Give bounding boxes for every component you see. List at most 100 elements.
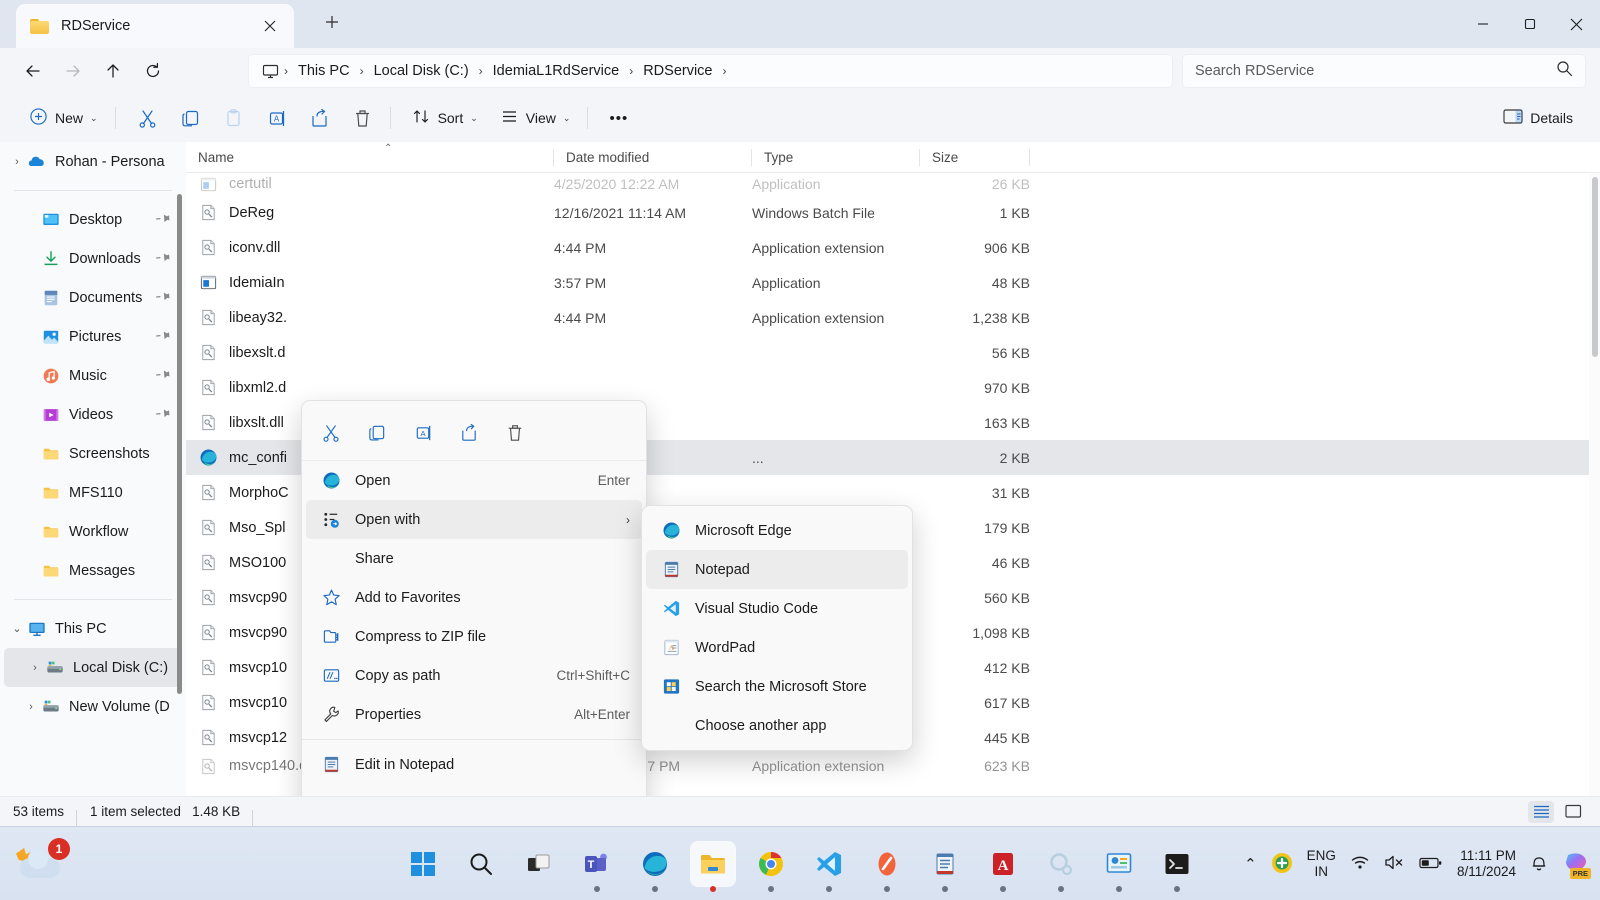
taskbar-remote-desktop-icon[interactable] bbox=[1097, 842, 1141, 892]
weather-widget[interactable]: 1 bbox=[14, 838, 74, 890]
share-icon[interactable] bbox=[448, 414, 490, 452]
see-more-button[interactable]: ••• bbox=[600, 101, 637, 135]
sidebar-item-new-volume-d[interactable]: › New Volume (D bbox=[0, 687, 186, 726]
search-icon[interactable] bbox=[1556, 60, 1573, 82]
open-with-item-notepad[interactable]: Notepad bbox=[646, 550, 908, 589]
wifi-icon[interactable] bbox=[1350, 854, 1370, 874]
table-row[interactable]: IdemiaIn 3:57 PM Application 48 KB bbox=[186, 265, 1600, 300]
context-menu-item-properties[interactable]: Properties Alt+Enter bbox=[306, 695, 642, 734]
sidebar-item-this-pc[interactable]: ⌄ This PC bbox=[0, 609, 186, 648]
context-menu-item-compress-to-zip-file[interactable]: Compress to ZIP file bbox=[306, 617, 642, 656]
table-row[interactable]: libeay32. 4:44 PM Application extension 1,2… bbox=[186, 300, 1600, 335]
sidebar-item-rohan-persona[interactable]: › Rohan - Persona bbox=[0, 142, 186, 181]
breadcrumb-rdservice[interactable]: RDService bbox=[636, 59, 719, 83]
language-indicator[interactable]: ENG IN bbox=[1307, 848, 1336, 879]
sidebar-scrollbar[interactable] bbox=[177, 194, 182, 694]
sidebar-item-videos[interactable]: Videos bbox=[0, 395, 186, 434]
breadcrumb-local-disk[interactable]: Local Disk (C:) bbox=[367, 59, 476, 83]
breadcrumb-this-pc[interactable]: This PC bbox=[291, 59, 357, 83]
table-row[interactable]: iconv.dll 4:44 PM Application extension 906… bbox=[186, 230, 1600, 265]
column-header-name[interactable]: Name ⌃ bbox=[186, 142, 554, 173]
context-menu-item-open[interactable]: Open Enter bbox=[306, 461, 642, 500]
chevron-down-icon[interactable]: ⌄ bbox=[6, 622, 28, 635]
open-with-item-wordpad[interactable]: A WordPad bbox=[646, 628, 908, 667]
copilot-icon[interactable]: PRE bbox=[1562, 850, 1591, 879]
tab-rdservice[interactable]: RDService bbox=[16, 4, 294, 48]
share-button[interactable] bbox=[300, 101, 339, 135]
notifications-bell-icon[interactable] bbox=[1530, 853, 1548, 875]
table-row[interactable]: DeReg 12/16/2021 11:14 AM Windows Batch Fi… bbox=[186, 195, 1600, 230]
copy-icon[interactable] bbox=[356, 414, 398, 452]
chevron-right-icon[interactable]: › bbox=[6, 156, 28, 168]
taskbar-google-chrome-icon[interactable] bbox=[749, 842, 793, 892]
taskbar-microsoft-teams-icon[interactable]: T bbox=[575, 842, 619, 892]
this-pc-monitor-icon[interactable] bbox=[262, 63, 279, 80]
delete-button[interactable] bbox=[343, 101, 382, 135]
back-button[interactable] bbox=[16, 54, 50, 88]
open-with-item-visual-studio-code[interactable]: Visual Studio Code bbox=[646, 589, 908, 628]
maximize-button[interactable] bbox=[1506, 0, 1553, 48]
sidebar-item-desktop[interactable]: Desktop bbox=[0, 200, 186, 239]
taskbar-start-button[interactable] bbox=[401, 842, 445, 886]
taskbar-terminal-icon[interactable] bbox=[1155, 842, 1199, 892]
battery-icon[interactable] bbox=[1419, 856, 1443, 873]
table-row[interactable]: certutil 4/25/2020 12:22 AM Application 26 … bbox=[186, 173, 1600, 195]
column-header-date-modified[interactable]: Date modified bbox=[554, 142, 752, 173]
sort-button[interactable]: Sort ⌄ bbox=[403, 101, 487, 135]
close-tab-icon[interactable] bbox=[256, 12, 284, 40]
context-menu-item-share[interactable]: Share bbox=[306, 539, 642, 578]
delete-icon[interactable] bbox=[494, 414, 536, 452]
tray-overflow-icon[interactable]: ⌃ bbox=[1244, 855, 1257, 873]
column-header-size[interactable]: Size bbox=[920, 142, 1030, 173]
taskbar-search-icon[interactable] bbox=[459, 842, 503, 886]
view-button[interactable]: View ⌄ bbox=[491, 101, 580, 135]
open-with-item-microsoft-edge[interactable]: Microsoft Edge bbox=[646, 511, 908, 550]
taskbar-file-explorer-icon[interactable] bbox=[691, 842, 735, 892]
taskbar-settings-icon[interactable] bbox=[1039, 842, 1083, 892]
clock[interactable]: 11:11 PM 8/11/2024 bbox=[1457, 848, 1516, 880]
sidebar-item-music[interactable]: Music bbox=[0, 356, 186, 395]
open-with-item-search-the-microsoft-store[interactable]: Search the Microsoft Store bbox=[646, 667, 908, 706]
taskbar-adobe-acrobat-icon[interactable]: A bbox=[981, 842, 1025, 892]
antivirus-tray-icon[interactable] bbox=[1271, 852, 1293, 877]
forward-button[interactable] bbox=[56, 54, 90, 88]
column-header-type[interactable]: Type bbox=[752, 142, 920, 173]
taskbar-task-view-icon[interactable] bbox=[517, 842, 561, 886]
rename-button[interactable]: A bbox=[257, 101, 296, 135]
table-row[interactable]: libexslt.d 56 KB bbox=[186, 335, 1600, 370]
context-menu-item-edit-in-notepad[interactable]: Edit in Notepad bbox=[306, 745, 642, 784]
new-tab-icon[interactable] bbox=[318, 8, 346, 36]
sidebar-item-documents[interactable]: Documents bbox=[0, 278, 186, 317]
cut-button[interactable] bbox=[128, 101, 167, 135]
file-list-scrollbar[interactable] bbox=[1592, 177, 1598, 357]
paste-button[interactable] bbox=[214, 101, 253, 135]
volume-muted-icon[interactable] bbox=[1384, 854, 1405, 874]
chevron-right-icon[interactable]: › bbox=[24, 662, 46, 674]
taskbar-visual-studio-code-icon[interactable] bbox=[807, 842, 851, 892]
context-menu-item-copy-as-path[interactable]: Copy as path Ctrl+Shift+C bbox=[306, 656, 642, 695]
sidebar-item-local-disk-c[interactable]: › Local Disk (C:) bbox=[4, 648, 182, 687]
taskbar-microsoft-edge-icon[interactable] bbox=[633, 842, 677, 892]
breadcrumb[interactable]: › This PC › Local Disk (C:) › IdemiaL1Rd… bbox=[248, 54, 1173, 88]
thumbnails-view-icon[interactable] bbox=[1560, 801, 1586, 823]
minimize-button[interactable] bbox=[1459, 0, 1506, 48]
up-button[interactable] bbox=[96, 54, 130, 88]
open-with-item-choose-another-app[interactable]: Choose another app bbox=[646, 706, 908, 745]
context-menu-item-add-to-favorites[interactable]: Add to Favorites bbox=[306, 578, 642, 617]
chevron-right-icon[interactable]: › bbox=[20, 701, 42, 713]
sidebar-item-screenshots[interactable]: Screenshots bbox=[0, 434, 186, 473]
copy-button[interactable] bbox=[171, 101, 210, 135]
refresh-button[interactable] bbox=[136, 54, 170, 88]
sidebar-item-pictures[interactable]: Pictures bbox=[0, 317, 186, 356]
taskbar-notepad-icon[interactable] bbox=[923, 842, 967, 892]
details-view-icon[interactable] bbox=[1528, 800, 1554, 823]
sidebar-item-messages[interactable]: Messages bbox=[0, 551, 186, 590]
taskbar-paint-icon[interactable] bbox=[865, 842, 909, 892]
context-menu-item-open-with[interactable]: Open with › bbox=[306, 500, 642, 539]
sidebar-item-workflow[interactable]: Workflow bbox=[0, 512, 186, 551]
close-window-button[interactable] bbox=[1553, 0, 1600, 48]
search-box[interactable] bbox=[1182, 54, 1586, 88]
details-pane-button[interactable]: Details bbox=[1494, 101, 1582, 135]
breadcrumb-idemial1rdservice[interactable]: IdemiaL1RdService bbox=[486, 59, 627, 83]
sidebar-item-downloads[interactable]: Downloads bbox=[0, 239, 186, 278]
